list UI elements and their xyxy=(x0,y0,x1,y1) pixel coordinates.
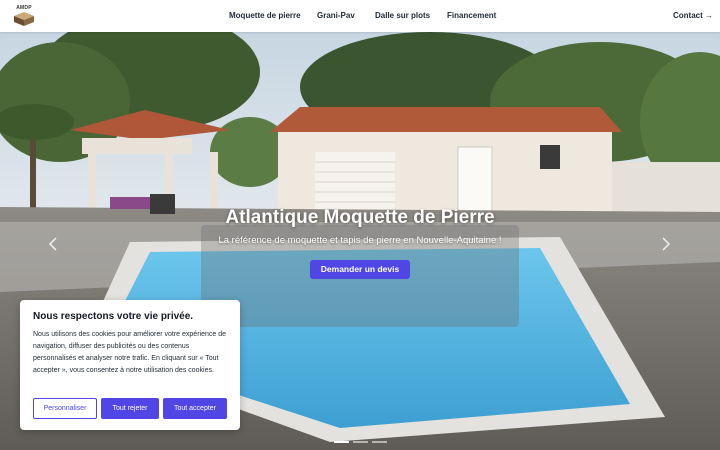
cookie-description: Nous utilisons des cookies pour améliore… xyxy=(33,331,226,374)
logo-text: AMDP xyxy=(16,5,32,11)
nav-item-financement[interactable]: Financement xyxy=(447,11,496,20)
chevron-right-icon[interactable] xyxy=(659,236,673,252)
site-logo[interactable]: AMDP xyxy=(12,5,36,27)
nav-item-grani-pav[interactable]: Grani-Pav xyxy=(317,11,355,20)
chevron-left-icon[interactable] xyxy=(46,236,60,252)
nav-item-dalle[interactable]: Dalle sur plots xyxy=(375,11,430,20)
site-header: AMDP Moquette de pierre Grani-Pav Dalle … xyxy=(0,0,720,32)
carousel-indicators xyxy=(334,441,388,444)
cookie-consent-banner: Nous respectons votre vie privée. Nous u… xyxy=(20,300,240,430)
accept-all-button[interactable]: Tout accepter xyxy=(163,398,227,419)
carousel-dot-1[interactable] xyxy=(334,441,349,443)
nav-contact-link[interactable]: Contact → xyxy=(673,11,713,20)
hero-subtitle: La référence de moquette et tapis de pie… xyxy=(218,235,502,246)
customize-cookies-button[interactable]: Personnaliser xyxy=(33,398,97,419)
request-quote-button[interactable]: Demander un devis xyxy=(310,260,410,279)
cookie-title: Nous respectons votre vie privée. xyxy=(33,311,194,322)
carousel-dot-3[interactable] xyxy=(372,441,387,443)
hero-title: Atlantique Moquette de Pierre xyxy=(225,207,495,228)
nav-item-moquette[interactable]: Moquette de pierre xyxy=(229,11,301,20)
carousel-dot-2[interactable] xyxy=(353,441,368,443)
reject-all-button[interactable]: Tout rejeter xyxy=(101,398,159,419)
